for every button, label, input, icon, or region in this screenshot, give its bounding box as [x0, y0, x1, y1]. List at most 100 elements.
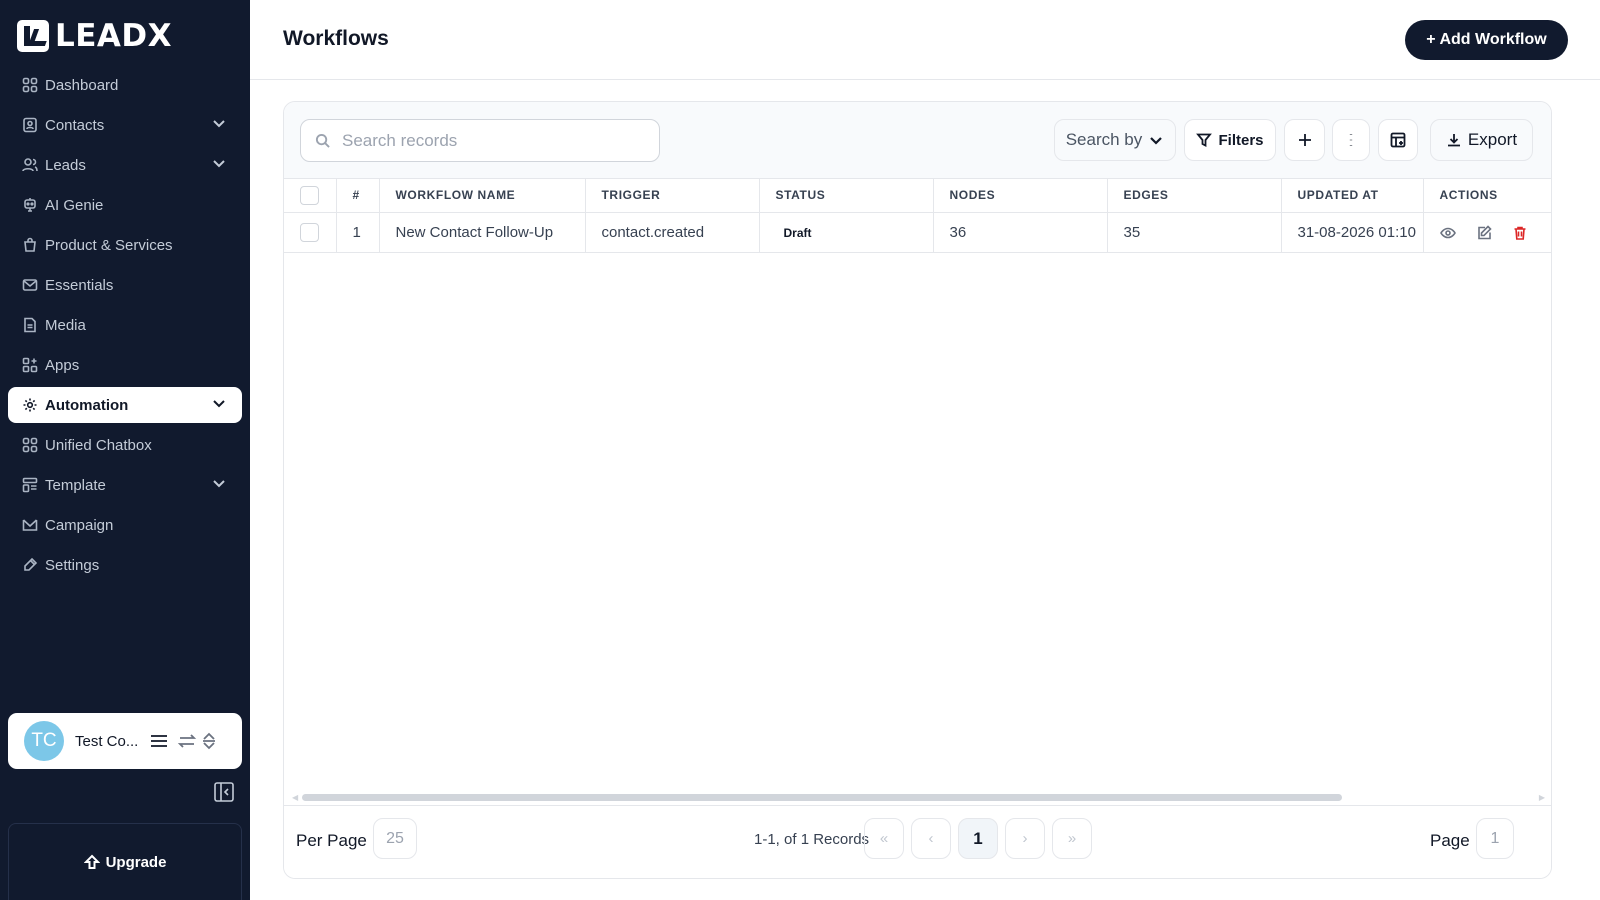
add-workflow-button[interactable]: + Add Workflow: [1405, 20, 1568, 60]
menu-icon[interactable]: [149, 731, 169, 751]
brand-mark-icon: [17, 20, 49, 52]
scroll-left-icon[interactable]: ◀: [292, 793, 298, 802]
sidebar-item-dashboard[interactable]: Dashboard: [8, 67, 242, 103]
workflows-table: # WORKFLOW NAME TRIGGER STATUS NODES EDG…: [284, 179, 1551, 253]
user-card[interactable]: TC Test Co...: [8, 713, 242, 769]
sidebar-item-essentials[interactable]: Essentials: [8, 267, 242, 303]
column-header-workflow-name[interactable]: WORKFLOW NAME: [379, 179, 586, 213]
scroll-right-icon[interactable]: ▶: [1539, 793, 1545, 802]
row-edges: 35: [1107, 212, 1282, 253]
status-badge: Draft: [783, 225, 812, 240]
column-header-index[interactable]: #: [336, 179, 380, 213]
row-select-cell: [284, 212, 337, 253]
sidebar-item-label: Product & Services: [45, 236, 173, 254]
dashboard-icon: [22, 77, 38, 93]
column-header-edges[interactable]: EDGES: [1107, 179, 1282, 213]
delete-icon[interactable]: [1512, 225, 1528, 241]
sidebar-item-label: Contacts: [45, 116, 105, 134]
sidebar-item-label: Media: [45, 316, 86, 334]
row-workflow-name[interactable]: New Contact Follow-Up: [379, 212, 586, 253]
template-icon: [22, 477, 38, 493]
bag-icon: [22, 237, 38, 253]
row-actions: [1423, 212, 1551, 253]
horizontal-scrollbar[interactable]: ◀ ▶: [292, 792, 1545, 802]
search-input[interactable]: [342, 130, 642, 151]
chevron-down-icon: [1150, 137, 1163, 145]
chevron-down-icon[interactable]: [212, 156, 226, 174]
chevron-down-icon[interactable]: [212, 476, 226, 494]
search-box[interactable]: [300, 119, 660, 162]
page-header: Workflows + Add Workflow: [250, 0, 1600, 80]
upgrade-icon: [83, 854, 100, 869]
brand-logo[interactable]: LEADX: [17, 18, 172, 54]
switch-arrows-icon[interactable]: [177, 731, 197, 751]
more-options-button[interactable]: [1332, 119, 1370, 161]
sidebar-item-campaign[interactable]: Campaign: [8, 507, 242, 543]
sidebar-item-media[interactable]: Media: [8, 307, 242, 343]
page-label: Page: [1430, 831, 1470, 850]
sidebar-item-settings[interactable]: Settings: [8, 547, 242, 583]
sidebar-collapse-icon[interactable]: [213, 781, 235, 803]
column-settings-button[interactable]: [1378, 119, 1418, 161]
select-all-header: [284, 179, 337, 213]
row-trigger: contact.created: [585, 212, 760, 253]
table-toolbar: Search by Filters Export: [284, 102, 1551, 179]
sidebar-item-apps[interactable]: Apps: [8, 347, 242, 383]
brand-name: LEADX: [55, 18, 173, 54]
row-status-cell: Draft: [759, 212, 934, 253]
table-row[interactable]: 1 New Contact Follow-Up contact.created …: [284, 212, 1551, 253]
row-index: 1: [336, 212, 380, 253]
table-footer: Per Page 25 1-1, of 1 Records « ‹ 1 › » …: [284, 805, 1551, 878]
per-page-select[interactable]: 25: [373, 818, 417, 859]
records-count: 1-1, of 1 Records: [754, 831, 870, 848]
column-header-status[interactable]: STATUS: [759, 179, 934, 213]
sidebar-item-ai-genie[interactable]: AI Genie: [8, 187, 242, 223]
next-page-button[interactable]: ›: [1005, 818, 1045, 859]
scrollbar-thumb[interactable]: [302, 794, 1342, 801]
upgrade-button[interactable]: Upgrade: [8, 823, 242, 900]
page-input[interactable]: 1: [1476, 818, 1514, 859]
sidebar-item-contacts[interactable]: Contacts: [8, 107, 242, 143]
row-checkbox[interactable]: [300, 222, 319, 242]
row-updated-at: 31-08-2026 01:10: [1281, 212, 1424, 253]
sidebar-item-automation[interactable]: Automation: [8, 387, 242, 423]
sidebar-item-unified-chatbox[interactable]: Unified Chatbox: [8, 427, 242, 463]
current-page-button[interactable]: 1: [958, 818, 998, 859]
leads-icon: [22, 157, 38, 173]
chevron-down-icon[interactable]: [212, 116, 226, 134]
sidebar-item-label: Automation: [45, 396, 129, 414]
sidebar-item-template[interactable]: Template: [8, 467, 242, 503]
expand-collapse-icon[interactable]: [199, 731, 219, 751]
chevron-down-icon[interactable]: [212, 396, 226, 414]
main-content: Workflows + Add Workflow Search by Filte…: [250, 0, 1600, 900]
last-page-button[interactable]: »: [1052, 818, 1092, 859]
column-header-updated-at[interactable]: UPDATED AT: [1281, 179, 1424, 213]
avatar[interactable]: TC: [24, 721, 64, 761]
row-nodes: 36: [933, 212, 1108, 253]
sidebar-item-label: AI Genie: [45, 196, 104, 214]
filters-button[interactable]: Filters: [1184, 119, 1276, 161]
grid-icon: [22, 437, 38, 453]
search-icon: [315, 133, 330, 148]
view-icon[interactable]: [1439, 225, 1456, 241]
first-page-button[interactable]: «: [864, 818, 904, 859]
contacts-icon: [22, 117, 38, 133]
column-header-actions: ACTIONS: [1423, 179, 1551, 213]
sidebar-item-leads[interactable]: Leads: [8, 147, 242, 183]
add-column-button[interactable]: [1284, 119, 1325, 161]
column-header-trigger[interactable]: TRIGGER: [585, 179, 760, 213]
settings-icon: [22, 557, 38, 573]
export-button[interactable]: Export: [1430, 119, 1533, 161]
search-by-dropdown[interactable]: Search by: [1054, 119, 1176, 161]
plus-icon: [1298, 134, 1311, 146]
select-all-checkbox[interactable]: [300, 185, 319, 205]
more-vertical-icon: [1349, 134, 1353, 146]
export-label: Export: [1467, 130, 1518, 149]
sidebar-item-label: Campaign: [45, 516, 114, 534]
prev-page-button[interactable]: ‹: [911, 818, 951, 859]
workflows-table-card: Search by Filters Export: [283, 101, 1552, 879]
sidebar-item-product-services[interactable]: Product & Services: [8, 227, 242, 263]
sidebar-item-label: Dashboard: [45, 76, 119, 94]
edit-icon[interactable]: [1476, 224, 1492, 241]
column-header-nodes[interactable]: NODES: [933, 179, 1108, 213]
